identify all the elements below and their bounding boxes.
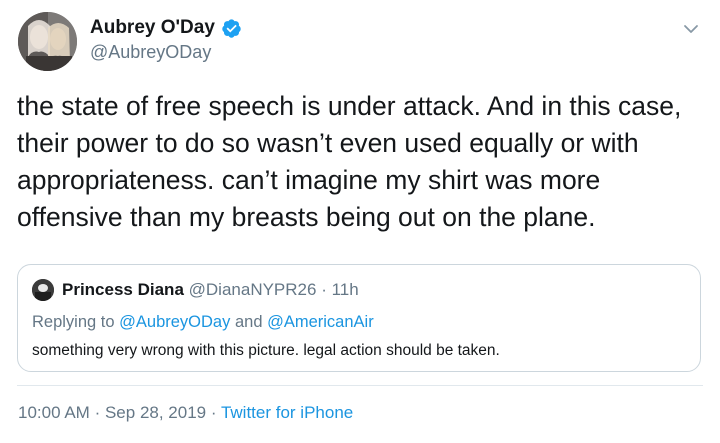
verified-badge-icon: [221, 18, 242, 39]
reply-and: and: [234, 313, 263, 331]
tweet-date[interactable]: Sep 28, 2019: [105, 403, 206, 422]
author-block: Aubrey O'Day @AubreyODay: [90, 16, 242, 63]
reply-mention-americanair[interactable]: @AmericanAir: [267, 313, 374, 331]
reply-mention-aubreyoday[interactable]: @AubreyODay: [119, 313, 230, 331]
quoted-header: Princess Diana @DianaNYPR26 · 11h: [62, 280, 359, 300]
quoted-author-avatar: [32, 279, 54, 301]
avatar-photo: [18, 12, 77, 71]
quoted-tweet[interactable]: Princess Diana @DianaNYPR26 · 11h Replyi…: [17, 264, 701, 372]
meta-separator-2: ·: [210, 403, 217, 422]
replying-prefix: Replying to: [32, 313, 115, 331]
tweet-meta: 10:00 AM · Sep 28, 2019 · Twitter for iP…: [18, 403, 353, 423]
meta-separator: ·: [94, 403, 101, 422]
divider: [17, 385, 703, 386]
tweet-text: the state of free speech is under attack…: [17, 91, 689, 232]
author-display-name[interactable]: Aubrey O'Day: [90, 17, 215, 39]
tweet-source-link[interactable]: Twitter for iPhone: [221, 403, 353, 422]
quoted-handle: @DianaNYPR26: [188, 280, 317, 299]
quoted-display-name: Princess Diana: [62, 280, 184, 299]
quoted-separator: ·: [321, 280, 327, 299]
quoted-text: something very wrong with this picture. …: [32, 342, 500, 359]
tweet-time[interactable]: 10:00 AM: [18, 403, 90, 422]
author-handle[interactable]: @AubreyODay: [90, 42, 242, 63]
author-name-row: Aubrey O'Day: [90, 16, 242, 40]
quoted-time: 11h: [331, 280, 359, 299]
quoted-replying-to: Replying to @AubreyODay and @AmericanAir: [32, 313, 374, 332]
chevron-down-icon[interactable]: [680, 18, 702, 40]
tweet-card: Aubrey O'Day @AubreyODay the state of fr…: [0, 0, 720, 443]
author-avatar[interactable]: [18, 12, 77, 71]
